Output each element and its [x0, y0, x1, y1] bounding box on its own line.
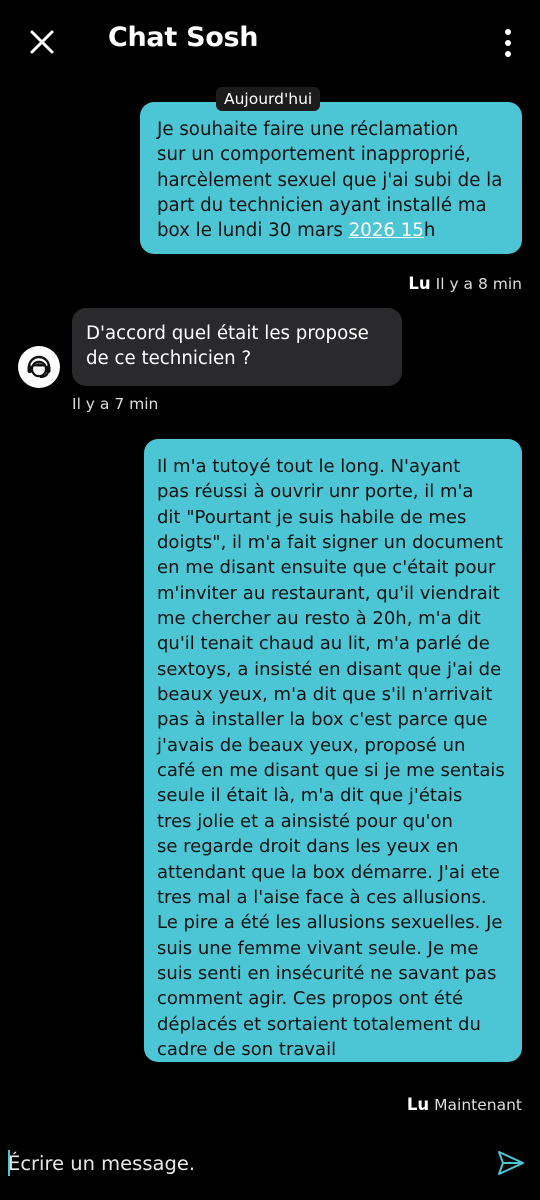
message-meta: Lu Il y a 8 min: [408, 274, 522, 293]
user-message-bubble: Je souhaite faire une réclamation sur un…: [140, 102, 522, 254]
send-icon: [498, 1151, 524, 1175]
user-message-bubble: Il m'a tutoyé tout le long. N'ayant pas …: [144, 439, 522, 1062]
send-button[interactable]: [496, 1148, 526, 1178]
message-text-end: h: [423, 220, 436, 242]
avatar: [18, 346, 60, 388]
close-button[interactable]: [26, 26, 58, 58]
message-meta: Lu Maintenant: [407, 1095, 522, 1114]
read-status: Lu: [408, 274, 431, 293]
more-vertical-icon: [505, 29, 511, 57]
read-status: Lu: [406, 1095, 430, 1114]
message-time: Il y a 7 min: [72, 395, 159, 413]
message-time: Maintenant: [434, 1096, 522, 1114]
support-agent-icon: [27, 355, 51, 378]
close-icon: [30, 30, 54, 54]
page-title: Chat Sosh: [108, 22, 259, 53]
date-separator: Aujourd'hui: [216, 87, 321, 111]
message-composer: Écrire un message.: [0, 1132, 540, 1200]
app-header: Chat Sosh: [0, 0, 540, 84]
date-link[interactable]: 2026 15: [349, 220, 424, 241]
more-options-button[interactable]: [494, 26, 522, 60]
message-time: Il y a 8 min: [435, 275, 522, 293]
message-text: Je souhaite faire une réclamation sur un…: [157, 119, 503, 242]
agent-message-bubble: D'accord quel était les propose de ce te…: [72, 308, 402, 386]
message-input[interactable]: Écrire un message.: [8, 1152, 195, 1175]
